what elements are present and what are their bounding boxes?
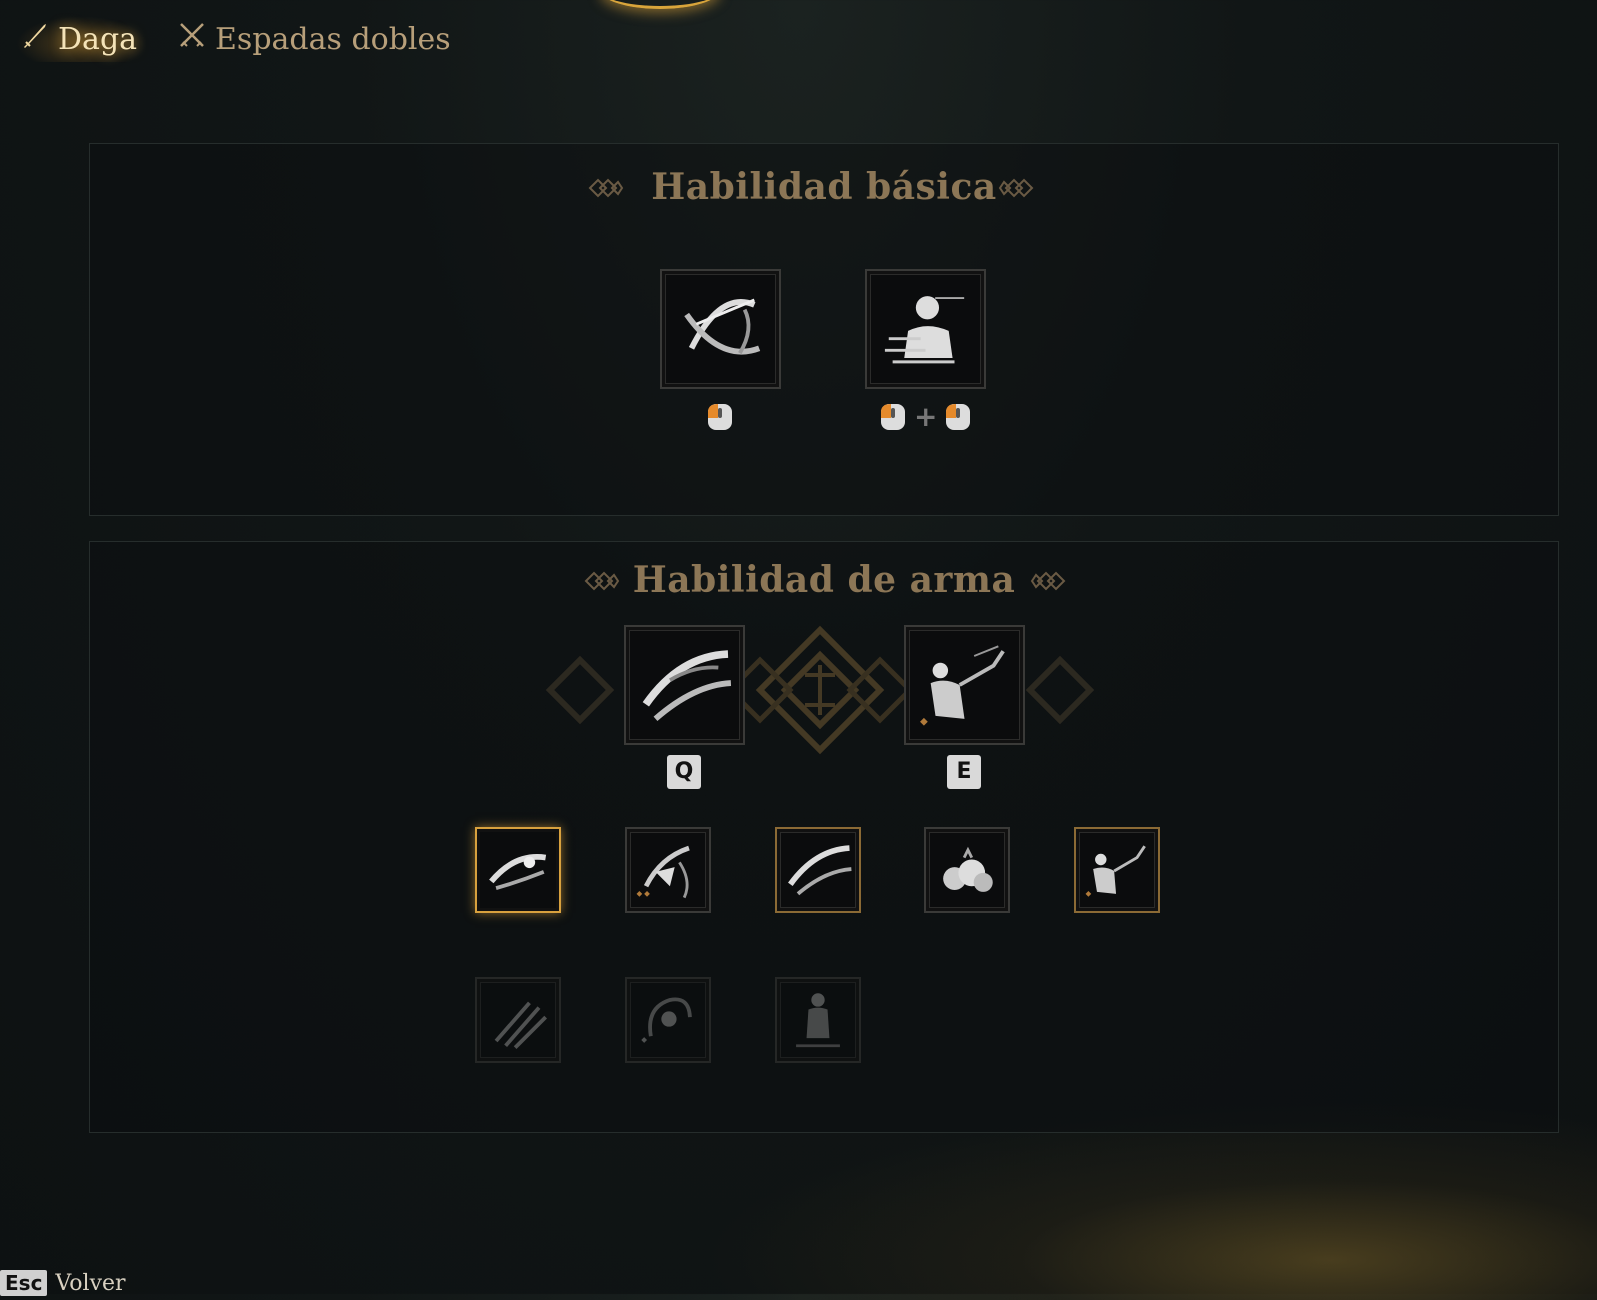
- skill-option-leaping-figure[interactable]: [1074, 827, 1160, 913]
- equipped-skill-q[interactable]: [624, 625, 745, 745]
- left-mouse-icon: [879, 402, 907, 432]
- tab-daga[interactable]: Daga: [16, 16, 148, 62]
- leaping-figure-icon: [1076, 829, 1158, 911]
- skill-option-blade-swoosh[interactable]: [775, 827, 861, 913]
- slash-circle-icon: [662, 271, 779, 387]
- spinning-blade-icon: [477, 829, 559, 911]
- tab-label: Espadas dobles: [215, 21, 451, 57]
- left-mouse-icon: [944, 402, 972, 432]
- crossed-swords-icon: [177, 20, 207, 58]
- plus-symbol: +: [914, 400, 938, 433]
- smoke-cloud-icon: [926, 829, 1008, 911]
- skill-slot-basic-attack[interactable]: [660, 269, 781, 389]
- top-ornament: [600, 0, 720, 9]
- skill-option-smoke-cloud[interactable]: [924, 827, 1010, 913]
- skill-slot-basic-combo[interactable]: [865, 269, 986, 389]
- section-title: Habilidad de arma: [632, 559, 1016, 601]
- hotkey-e: E: [947, 755, 981, 789]
- skill-option-spinning-blade[interactable]: [475, 827, 561, 913]
- tab-espadas-dobles[interactable]: Espadas dobles: [173, 16, 461, 62]
- shadow-figure-icon: [777, 979, 859, 1061]
- tab-label: Daga: [58, 21, 138, 57]
- esc-key: Esc: [0, 1270, 48, 1296]
- left-mouse-icon: [706, 402, 734, 432]
- section-title: Habilidad básica: [651, 166, 997, 208]
- skill-option-bird-slash[interactable]: [625, 827, 711, 913]
- skill-option-thrown-daggers[interactable]: [475, 977, 561, 1063]
- silhouette-dash-icon: [867, 271, 984, 387]
- ornament-left-icon: [588, 177, 624, 199]
- equipped-skill-e[interactable]: [904, 625, 1025, 745]
- whirlwind-figure-icon: [627, 979, 709, 1061]
- thrown-daggers-icon: [477, 979, 559, 1061]
- blade-swoosh-icon: [626, 627, 743, 743]
- ornament-right-icon: [1030, 570, 1066, 592]
- blade-swoosh-icon: [777, 829, 859, 911]
- ornament-right-icon: [998, 177, 1034, 199]
- ornament-left-icon: [584, 570, 620, 592]
- weapon-tabs: Daga Espadas dobles: [16, 16, 461, 62]
- back-label: Volver: [55, 1270, 126, 1296]
- footer-back[interactable]: Esc Volver: [0, 1270, 126, 1296]
- skill-option-whirlwind-figure[interactable]: [625, 977, 711, 1063]
- hotkey-q: Q: [667, 755, 701, 789]
- leaping-figure-icon: [906, 627, 1023, 743]
- skill-option-shadow-figure[interactable]: [775, 977, 861, 1063]
- dagger-icon: [20, 20, 50, 58]
- basic-skill-panel: Habilidad básica: [89, 143, 1559, 516]
- bird-slash-icon: [627, 829, 709, 911]
